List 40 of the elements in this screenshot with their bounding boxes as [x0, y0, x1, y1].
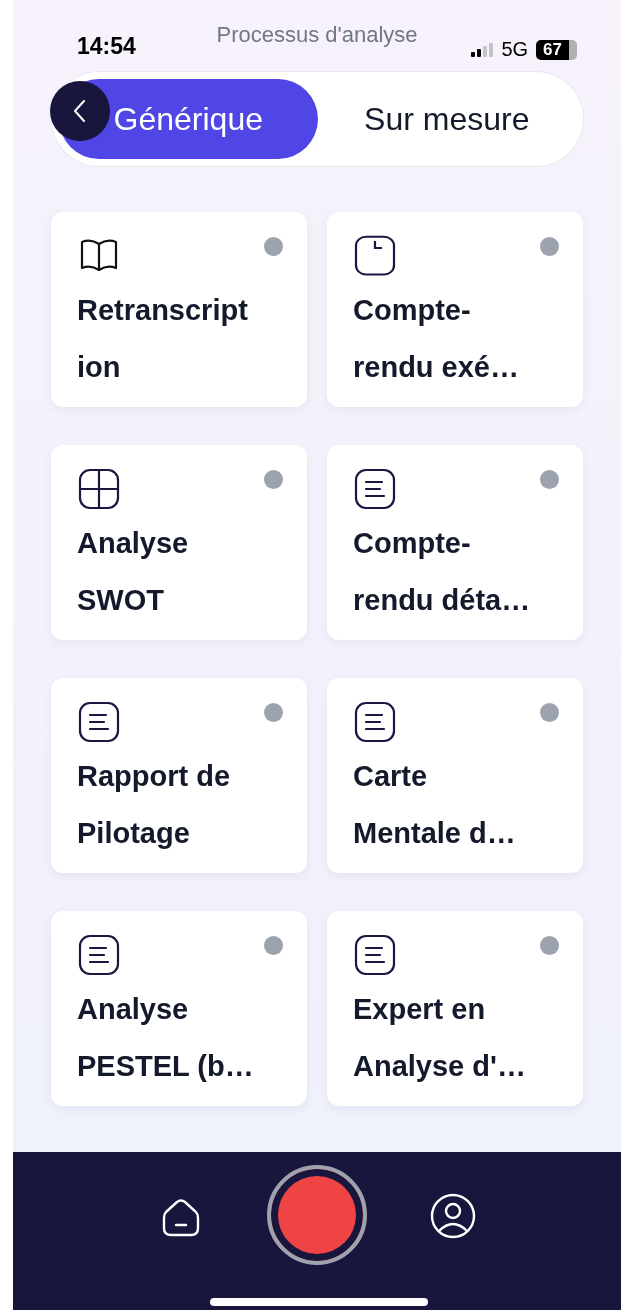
status-dot — [540, 703, 559, 722]
clock-icon — [353, 234, 397, 278]
card-title: Analyse PESTEL (b… — [77, 992, 255, 1084]
template-card[interactable]: Carte Mentale d… — [327, 678, 583, 873]
tab[interactable]: Sur mesure — [317, 79, 576, 159]
status-dot — [540, 470, 559, 489]
document-icon — [77, 933, 121, 977]
profile-icon[interactable] — [429, 1192, 477, 1240]
template-card[interactable]: Retranscription — [51, 212, 307, 407]
status-dot — [540, 936, 559, 955]
status-dot — [264, 936, 283, 955]
battery-indicator: 67 — [536, 39, 577, 60]
document-icon — [353, 700, 397, 744]
network-label: 5G — [501, 38, 529, 61]
status-dot — [264, 237, 283, 256]
card-title: Compte-rendu déta… — [353, 526, 531, 618]
grid-icon — [77, 467, 121, 511]
template-card[interactable]: Expert en Analyse d'… — [327, 911, 583, 1106]
document-icon — [353, 933, 397, 977]
card-title: Rapport de Pilotage — [77, 759, 232, 851]
back-icon — [72, 98, 88, 124]
status-dot — [540, 237, 559, 256]
template-card[interactable]: Rapport de Pilotage — [51, 678, 307, 873]
card-title: Analyse SWOT — [77, 526, 190, 618]
status-dot — [264, 470, 283, 489]
status-dot — [264, 703, 283, 722]
template-card[interactable]: Compte-rendu déta… — [327, 445, 583, 640]
template-card[interactable]: Compte-rendu exé… — [327, 212, 583, 407]
status-time: 14:54 — [77, 33, 136, 60]
document-icon — [77, 700, 121, 744]
back-button[interactable] — [50, 81, 110, 141]
signal-icon — [471, 42, 494, 57]
template-card[interactable]: Analyse PESTEL (b… — [51, 911, 307, 1106]
card-title: Expert en Analyse d'… — [353, 992, 527, 1084]
template-card[interactable]: Analyse SWOT — [51, 445, 307, 640]
card-title: Carte Mentale d… — [353, 759, 517, 851]
document-icon — [353, 467, 397, 511]
card-title: Retranscription — [77, 293, 249, 385]
page-title: Processus d'analyse — [216, 22, 418, 48]
card-title: Compte-rendu exé… — [353, 293, 520, 385]
